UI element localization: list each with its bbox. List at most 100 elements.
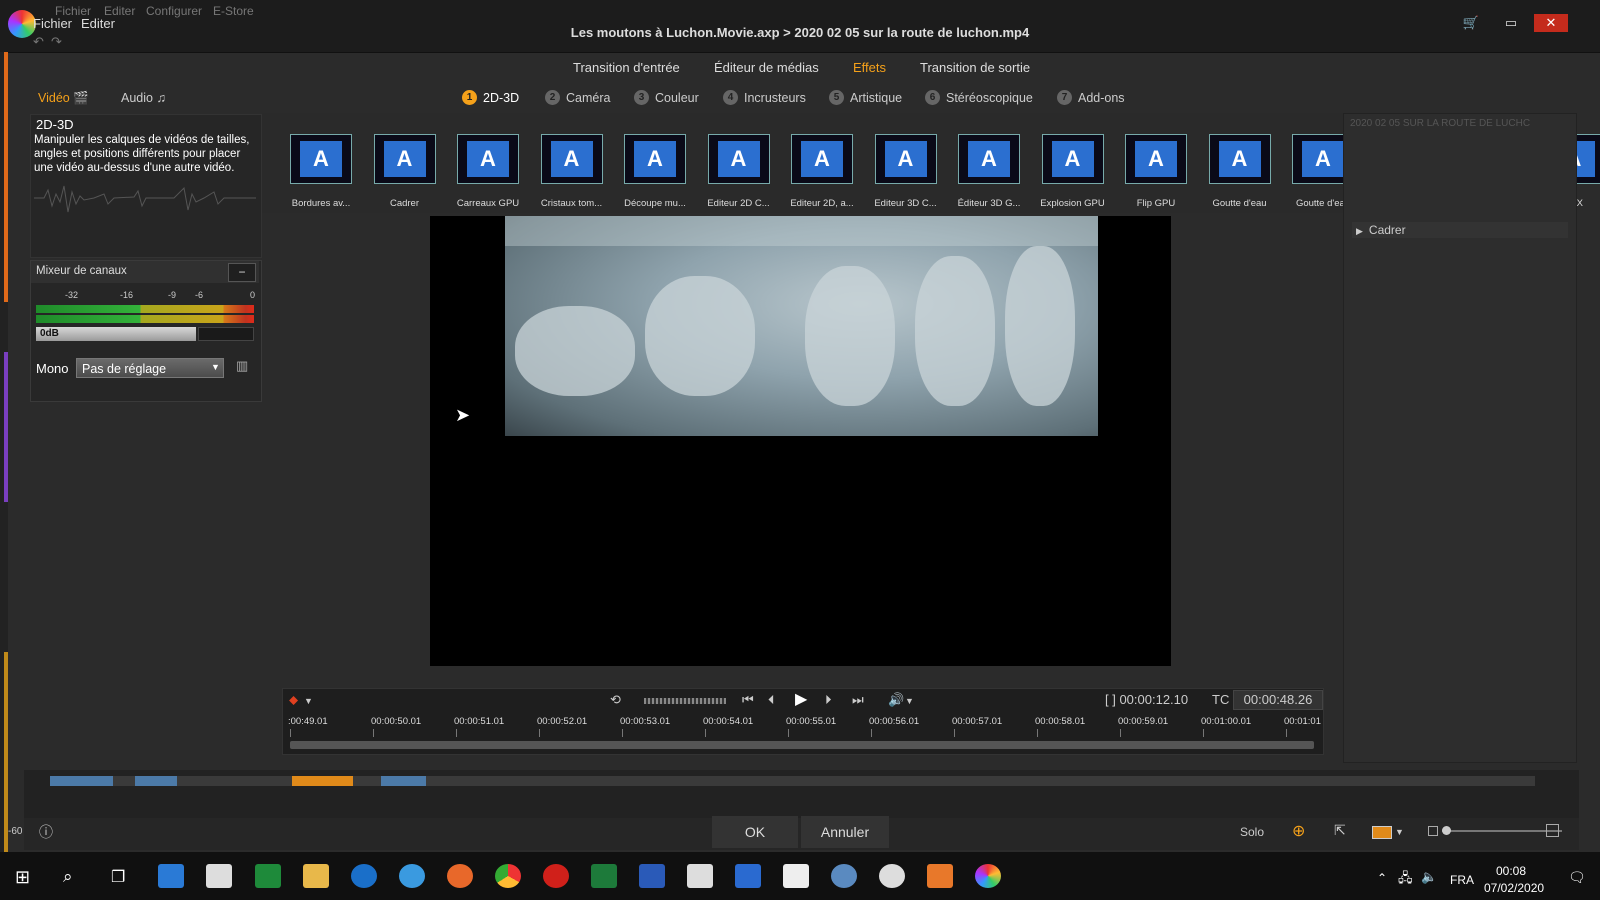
opera-icon[interactable]	[543, 864, 569, 888]
go-to-start-icon[interactable]: ⏮	[742, 692, 754, 708]
notepad-icon[interactable]	[783, 864, 809, 888]
zoom-out-icon[interactable]	[1428, 826, 1438, 836]
effect-thumbnail[interactable]: A	[1208, 134, 1271, 184]
excel-icon[interactable]	[591, 864, 617, 888]
chrome-icon[interactable]	[495, 864, 521, 888]
chevron-down-icon[interactable]: ▼	[905, 696, 914, 706]
play-icon[interactable]: ▶	[795, 689, 807, 709]
ghost-menu-estore: E-Store	[213, 4, 254, 18]
effect-thumbnail[interactable]: A	[1041, 134, 1104, 184]
zoom-slider-handle[interactable]	[1442, 826, 1451, 835]
clock-app-icon[interactable]	[879, 864, 905, 888]
tab-video[interactable]: Vidéo 🎬	[38, 91, 89, 106]
internet-explorer-icon[interactable]	[399, 864, 425, 888]
subtab-add-ons[interactable]: 7 Add-ons	[1057, 90, 1125, 105]
network-app-icon[interactable]	[831, 864, 857, 888]
effect-thumbnail[interactable]: A	[373, 134, 436, 184]
document-app-icon[interactable]	[735, 864, 761, 888]
maximize-button[interactable]: ▭	[1494, 14, 1528, 32]
clock-date[interactable]: 07/02/2020	[1484, 881, 1544, 895]
step-forward-icon[interactable]: ⏵	[825, 692, 832, 708]
windows-start-icon[interactable]: ⊞	[15, 867, 30, 888]
tab-transition-entree[interactable]: Transition d'entrée	[573, 60, 680, 75]
firefox-icon[interactable]	[447, 864, 473, 888]
cart-icon[interactable]: 🛒	[1454, 14, 1488, 32]
subtab-2d-3d[interactable]: 1 2D-3D	[462, 90, 519, 105]
chevron-down-icon[interactable]: ▼	[1395, 827, 1404, 837]
word-icon[interactable]	[639, 864, 665, 888]
zoom-in-icon[interactable]	[1546, 824, 1559, 837]
subtab-label: Couleur	[655, 90, 699, 105]
ok-button[interactable]: OK	[712, 816, 798, 848]
tab-transition-sortie[interactable]: Transition de sortie	[920, 60, 1030, 75]
subtab-incrusteurs[interactable]: 4 Incrusteurs	[723, 90, 806, 105]
zoom-slider[interactable]	[1442, 830, 1562, 832]
network-icon[interactable]: 🖧	[1398, 869, 1413, 891]
aspect-ratio-icon[interactable]	[1372, 826, 1392, 839]
collapse-mixer-button[interactable]: −	[228, 263, 256, 282]
file-explorer-icon[interactable]	[303, 864, 329, 888]
tab-effets[interactable]: Effets	[853, 60, 886, 75]
level-slider[interactable]: 0dB	[36, 327, 196, 341]
level-slider-track[interactable]	[198, 327, 254, 341]
speaker-icon[interactable]: 🔈	[1421, 869, 1437, 885]
go-to-end-icon[interactable]: ⏭	[852, 692, 864, 708]
target-icon[interactable]: ⊕	[1292, 821, 1305, 841]
timeline-clip[interactable]	[135, 776, 177, 786]
pinnacle-studio-icon[interactable]	[975, 864, 1001, 888]
search-icon[interactable]: ⌕	[63, 867, 73, 887]
scrub-bar[interactable]	[290, 741, 1314, 749]
effect-thumbnail[interactable]: A	[457, 134, 519, 184]
effect-thumbnail[interactable]: A	[1125, 134, 1187, 184]
mail-icon[interactable]	[206, 864, 232, 888]
effect-preview-glyph: A	[717, 141, 760, 177]
step-back-icon[interactable]: ⏴	[768, 692, 775, 708]
subtab-stereoscopique[interactable]: 6 Stéréoscopique	[925, 90, 1033, 105]
spreadsheet-app-icon[interactable]	[255, 864, 281, 888]
subtab-couleur[interactable]: 3 Couleur	[634, 90, 699, 105]
marker-icon[interactable]: ⬥	[289, 692, 298, 708]
effect-thumbnail[interactable]: A	[707, 134, 770, 184]
chevron-down-icon[interactable]: ▼	[211, 362, 220, 372]
clock-time[interactable]: 00:08	[1496, 864, 1526, 878]
tab-audio[interactable]: Audio ♫	[121, 91, 166, 105]
volume-icon[interactable]: 🔊	[888, 692, 904, 708]
effect-thumbnail[interactable]: A	[874, 134, 937, 184]
store-icon[interactable]	[158, 864, 184, 888]
mixer-settings-icon[interactable]: ▥	[236, 358, 248, 374]
ruler-tick-label: 00:01:00.01	[1201, 716, 1252, 727]
edge-icon[interactable]	[351, 864, 377, 888]
timeline-clip[interactable]	[381, 776, 426, 786]
chevron-up-icon[interactable]: ⌃	[1377, 871, 1387, 885]
subtab-camera[interactable]: 2 Caméra	[545, 90, 610, 105]
chevron-down-icon[interactable]: ▼	[304, 696, 313, 706]
loop-icon[interactable]: ⟲	[610, 692, 621, 708]
applied-effect-cadrer[interactable]: ▶ Cadrer	[1352, 222, 1568, 238]
timeline-clip-selected[interactable]	[292, 776, 353, 786]
tab-video-label: Vidéo	[38, 91, 70, 105]
mail-client-icon[interactable]	[927, 864, 953, 888]
shuttle-control[interactable]	[644, 698, 726, 704]
effect-thumbnail[interactable]: A	[624, 134, 686, 184]
timeline-clip[interactable]	[50, 776, 113, 786]
info-icon[interactable]: ⓘ	[39, 822, 53, 842]
cancel-button[interactable]: Annuler	[801, 816, 889, 848]
effect-thumbnail[interactable]: A	[290, 134, 352, 184]
total-timecode[interactable]: 00:00:48.26	[1233, 690, 1323, 710]
close-button[interactable]: ✕	[1534, 14, 1568, 32]
solo-button[interactable]: Solo	[1240, 825, 1264, 839]
task-view-icon[interactable]: ❐	[111, 867, 125, 887]
tab-editeur-medias[interactable]: Éditeur de médias	[714, 60, 819, 75]
subtab-artistique[interactable]: 5 Artistique	[829, 90, 902, 105]
calculator-icon[interactable]	[687, 864, 713, 888]
effect-thumbnail[interactable]: A	[540, 134, 603, 184]
effect-thumbnail[interactable]: A	[958, 134, 1020, 184]
time-ruler[interactable]	[290, 729, 1314, 737]
notifications-icon[interactable]: 🗨	[1568, 869, 1586, 886]
mono-select[interactable]: Pas de réglage	[76, 358, 224, 378]
language-indicator[interactable]: FRA	[1450, 873, 1474, 887]
effect-thumbnail[interactable]: A	[791, 134, 853, 184]
ruler-tick-label: 00:00:56.01	[869, 716, 920, 727]
timeline-track[interactable]	[50, 776, 1535, 786]
export-icon[interactable]: ⇱	[1334, 822, 1346, 839]
